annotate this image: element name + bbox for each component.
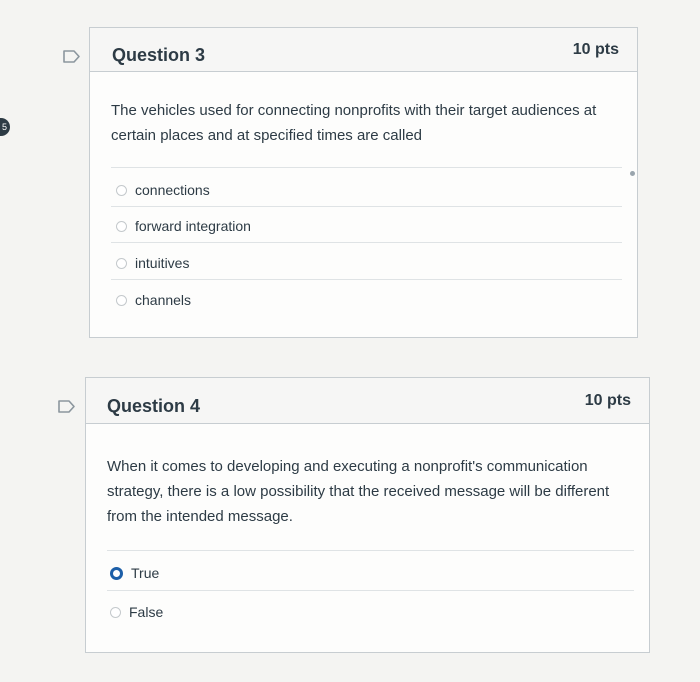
answer-option-false[interactable]: False — [110, 604, 163, 620]
radio-button-icon[interactable] — [110, 606, 121, 618]
answer-label: channels — [135, 292, 192, 308]
radio-button-selected-icon[interactable] — [110, 566, 123, 580]
answer-option-true[interactable]: True — [110, 565, 159, 581]
question-3-header: Question 3 10 pts — [90, 28, 637, 72]
answer-option-forward-integration[interactable]: forward integration — [116, 218, 251, 234]
flag-question-3-icon[interactable] — [63, 50, 81, 63]
radio-button-icon[interactable] — [116, 294, 127, 306]
radio-button-icon[interactable] — [116, 257, 127, 269]
question-number-badge: 5 — [0, 118, 10, 136]
divider — [107, 550, 634, 551]
question-3-text: The vehicles used for connecting nonprof… — [111, 102, 597, 144]
question-3-points: 10 pts — [572, 41, 619, 58]
question-4-card: Question 4 10 pts When it comes to devel… — [85, 377, 650, 653]
divider — [111, 206, 622, 207]
answer-label: False — [129, 604, 164, 620]
question-number-badge-text: 5 — [1, 122, 7, 132]
question-4-text: When it comes to developing and executin… — [107, 458, 610, 525]
divider — [111, 242, 622, 243]
divider — [107, 590, 634, 591]
answer-option-connections[interactable]: connections — [116, 182, 210, 198]
divider — [111, 279, 622, 280]
question-3-title: Question 3 — [112, 45, 206, 65]
scroll-indicator-dot — [630, 171, 635, 176]
radio-button-icon[interactable] — [116, 184, 127, 196]
divider — [111, 167, 622, 168]
question-4-points: 10 pts — [584, 392, 631, 409]
answer-option-intuitives[interactable]: intuitives — [116, 255, 189, 271]
radio-button-icon[interactable] — [116, 220, 127, 232]
answer-option-channels[interactable]: channels — [116, 292, 191, 308]
flag-question-4-icon[interactable] — [58, 400, 76, 413]
answer-label: forward integration — [135, 218, 251, 234]
answer-label: connections — [135, 182, 210, 198]
answer-label: True — [131, 565, 160, 581]
answer-label: intuitives — [135, 255, 190, 271]
question-3-card: Question 3 10 pts The vehicles used for … — [89, 27, 638, 338]
question-4-title: Question 4 — [107, 396, 201, 416]
question-4-header: Question 4 10 pts — [86, 378, 649, 424]
